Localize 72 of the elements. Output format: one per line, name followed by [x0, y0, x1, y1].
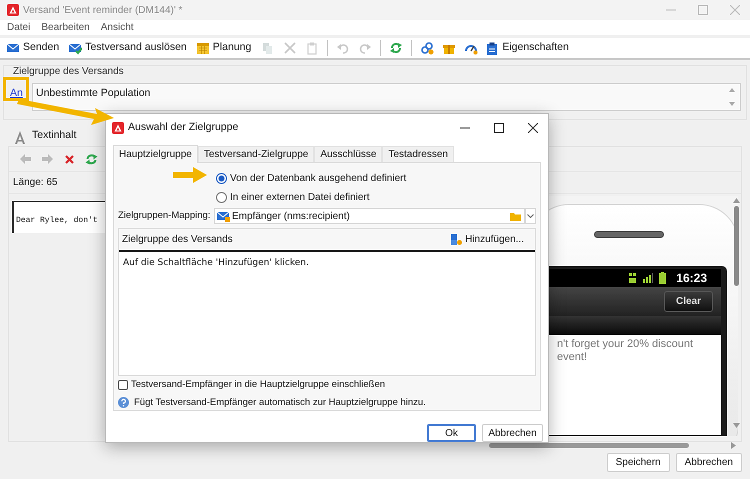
save-button[interactable]: Speichern — [606, 453, 670, 472]
clear-button[interactable]: Clear — [664, 291, 713, 312]
calendar-icon — [196, 41, 210, 55]
help-icon — [118, 397, 129, 408]
letter-a-icon — [14, 131, 26, 144]
target-field[interactable]: Unbestimmte Population — [32, 83, 741, 111]
highlight-overlay — [3, 77, 29, 101]
message-text: event! — [557, 351, 588, 364]
mapping-field[interactable]: Empfänger (nms:recipient) — [214, 208, 525, 224]
test-send-button[interactable]: Testversand auslösen — [66, 39, 189, 57]
chevron-down-icon — [527, 214, 534, 218]
app-logo-icon — [112, 122, 124, 134]
dialog-tab[interactable]: Testadressen — [382, 146, 454, 162]
redo-icon — [358, 41, 372, 55]
radio-label[interactable]: Von der Datenbank ausgehend definiert — [230, 171, 406, 186]
envelope-check-icon — [68, 41, 82, 55]
info-text: Fügt Testversand-Empfänger automatisch zur Hauptzielgruppe hinzu. — [134, 396, 426, 410]
dropdown-button[interactable] — [525, 208, 536, 224]
list-title: Zielgruppe des Versands — [122, 233, 233, 247]
envelope-icon — [6, 41, 20, 55]
content-tab[interactable]: Textinhalt — [32, 128, 76, 144]
app-logo-icon — [7, 4, 19, 16]
send-button[interactable]: Senden — [4, 39, 62, 57]
scroll-down-icon — [732, 423, 740, 428]
back-arrow-icon — [18, 153, 32, 165]
refresh-icon — [84, 153, 98, 165]
mapping-value: Empfänger (nms:recipient) — [232, 210, 350, 224]
schedule-button[interactable]: Planung — [194, 39, 254, 57]
scroll-up-icon — [732, 198, 740, 203]
clipboard-icon — [305, 41, 320, 55]
delete-icon — [62, 153, 76, 165]
folder-icon[interactable] — [510, 212, 521, 220]
scroll-right-icon — [731, 442, 736, 448]
radio-button[interactable] — [216, 173, 227, 184]
section-label: Zielgruppe des Versands — [13, 66, 125, 78]
length-label: Länge: 65 — [13, 176, 58, 190]
checkbox-label[interactable]: Testversand-Empfänger in die Hauptzielgruppe einschließen — [131, 378, 386, 392]
battery-icon — [659, 272, 666, 284]
link-icon — [420, 41, 434, 55]
cancel-button[interactable]: Abbrechen — [676, 453, 742, 472]
message-text: Dear Rylee, don't — [16, 216, 98, 225]
scroll-arrows-icon — [728, 86, 736, 108]
maximize-icon[interactable] — [494, 122, 504, 132]
status-time: 16:23 — [676, 270, 707, 287]
forward-arrow-icon — [40, 153, 54, 165]
clipboard-icon — [485, 41, 500, 55]
radio-button[interactable] — [216, 192, 227, 203]
vertical-scrollbar[interactable] — [732, 198, 740, 428]
horizontal-scrollbar[interactable] — [489, 441, 736, 449]
speaker-icon — [594, 231, 664, 238]
add-button[interactable]: Hinzufügen... — [451, 232, 524, 247]
undo-icon — [336, 41, 350, 55]
dialog-tab[interactable]: Hauptzielgruppe — [113, 145, 198, 163]
radio-label[interactable]: In einer externen Datei definiert — [230, 190, 370, 205]
refresh-icon — [389, 41, 404, 55]
menu-item[interactable]: Datei — [7, 20, 30, 35]
window-title: Versand 'Event reminder (DM144)' * — [23, 4, 182, 18]
dialog-title: Auswahl der Zielgruppe — [128, 120, 238, 135]
cancel-button[interactable]: Abbrechen — [482, 424, 543, 442]
message-text: n't forget your 20% discount — [557, 338, 694, 351]
signal-icon — [643, 273, 654, 283]
menu-item[interactable]: Bearbeiten — [41, 20, 90, 35]
dialog-tab[interactable]: Testversand-Zielgruppe — [198, 146, 314, 162]
properties-button[interactable]: Eigenschaften — [483, 39, 571, 57]
close-icon[interactable] — [528, 122, 538, 132]
checkbox[interactable] — [118, 380, 128, 390]
ok-button[interactable]: Ok — [427, 424, 476, 442]
annotation-arrow — [173, 167, 207, 183]
menu-item[interactable]: Ansicht — [100, 20, 134, 35]
dialog-tab[interactable]: Ausschlüsse — [314, 146, 382, 162]
list-hint: Auf die Schaltfläche 'Hinzufügen' klicken. — [123, 258, 309, 268]
mapping-label: Zielgruppen-Mapping: — [118, 208, 212, 223]
